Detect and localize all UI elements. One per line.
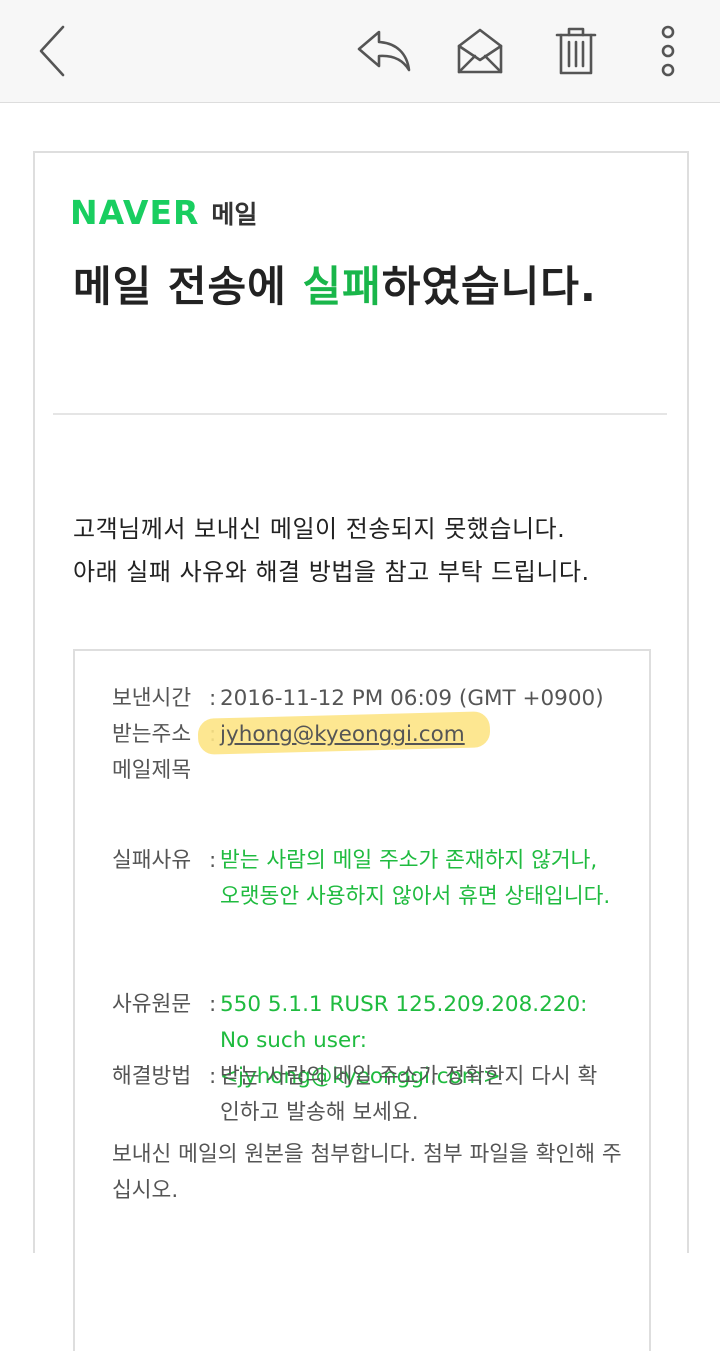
back-chevron-icon xyxy=(39,25,65,77)
solution-label: 해결방법 xyxy=(112,1064,192,1089)
intro-line-1: 고객님께서 보내신 메일이 전송되지 못했습니다. xyxy=(73,515,566,543)
naver-logo-text: NAVER xyxy=(70,193,200,232)
sent-time-label: 보낸시간 xyxy=(112,686,192,711)
reason-value: 받는 사람의 메일 주소가 존재하지 않거나, 오랫동안 사용하지 않아서 휴면… xyxy=(220,848,611,909)
recipient-email-wrap: jyhong@kyeonggi.com xyxy=(197,711,491,755)
mark-unread-icon xyxy=(457,28,503,74)
intro-line-2: 아래 실패 사유와 해결 방법을 참고 부탁 드립니다. xyxy=(73,558,590,586)
more-vertical-icon xyxy=(661,25,675,77)
recipient-value: jyhong@kyeonggi.com xyxy=(197,711,630,755)
subject-value xyxy=(210,753,620,789)
reason-row: 실패사유 : 받는 사람의 메일 주소가 존재하지 않거나, 오랫동안 사용하지… xyxy=(112,843,615,915)
colon: : xyxy=(209,1064,217,1089)
attachment-note: 보내신 메일의 원본을 첨부합니다. 첨부 파일을 확인해 주십시오. xyxy=(112,1142,622,1203)
title-suffix: 하였습니다. xyxy=(381,262,597,311)
page-title: 메일 전송에 실패하였습니다. xyxy=(73,253,597,314)
recipient-email-link[interactable]: jyhong@kyeonggi.com xyxy=(220,722,465,747)
trash-icon xyxy=(555,27,597,75)
divider xyxy=(53,413,667,415)
naver-mail-logo: NAVER 메일 xyxy=(70,195,257,231)
colon: : xyxy=(209,848,217,873)
solution-value: 받는 사람의 메일 주소가 정확한지 다시 확인하고 발송해 보세요. xyxy=(220,1064,598,1125)
back-button[interactable] xyxy=(22,20,84,82)
reply-icon xyxy=(357,30,411,72)
solution-row: 해결방법 : 받는 사람의 메일 주소가 정확한지 다시 확인하고 발송해 보세… xyxy=(112,1059,615,1131)
more-options-button[interactable] xyxy=(637,20,699,82)
subject-label: 메일제목 xyxy=(112,758,192,783)
sent-time-row: 보낸시간 : 2016-11-12 PM 06:09 (GMT +0900) xyxy=(112,681,650,717)
title-accent: 실패 xyxy=(302,262,382,311)
mark-unread-button[interactable] xyxy=(449,20,511,82)
reason-label: 실패사유 xyxy=(112,848,192,873)
title-prefix: 메일 전송에 xyxy=(73,262,303,311)
subject-row: 메일제목 xyxy=(112,753,620,789)
top-toolbar xyxy=(0,0,720,103)
reply-button[interactable] xyxy=(353,20,415,82)
failure-details-box: 보낸시간 : 2016-11-12 PM 06:09 (GMT +0900) 받… xyxy=(73,649,651,1351)
intro-message: 고객님께서 보내신 메일이 전송되지 못했습니다. 아래 실패 사유와 해결 방… xyxy=(73,508,590,594)
bounce-notice-card: NAVER 메일 메일 전송에 실패하였습니다. 고객님께서 보내신 메일이 전… xyxy=(33,151,689,1351)
colon: : xyxy=(209,686,217,711)
recipient-row: 받는주소 : jyhong@kyeonggi.com xyxy=(112,711,630,755)
recipient-label: 받는주소 xyxy=(112,722,192,747)
mail-service-label: 메일 xyxy=(211,200,258,229)
delete-button[interactable] xyxy=(545,20,607,82)
